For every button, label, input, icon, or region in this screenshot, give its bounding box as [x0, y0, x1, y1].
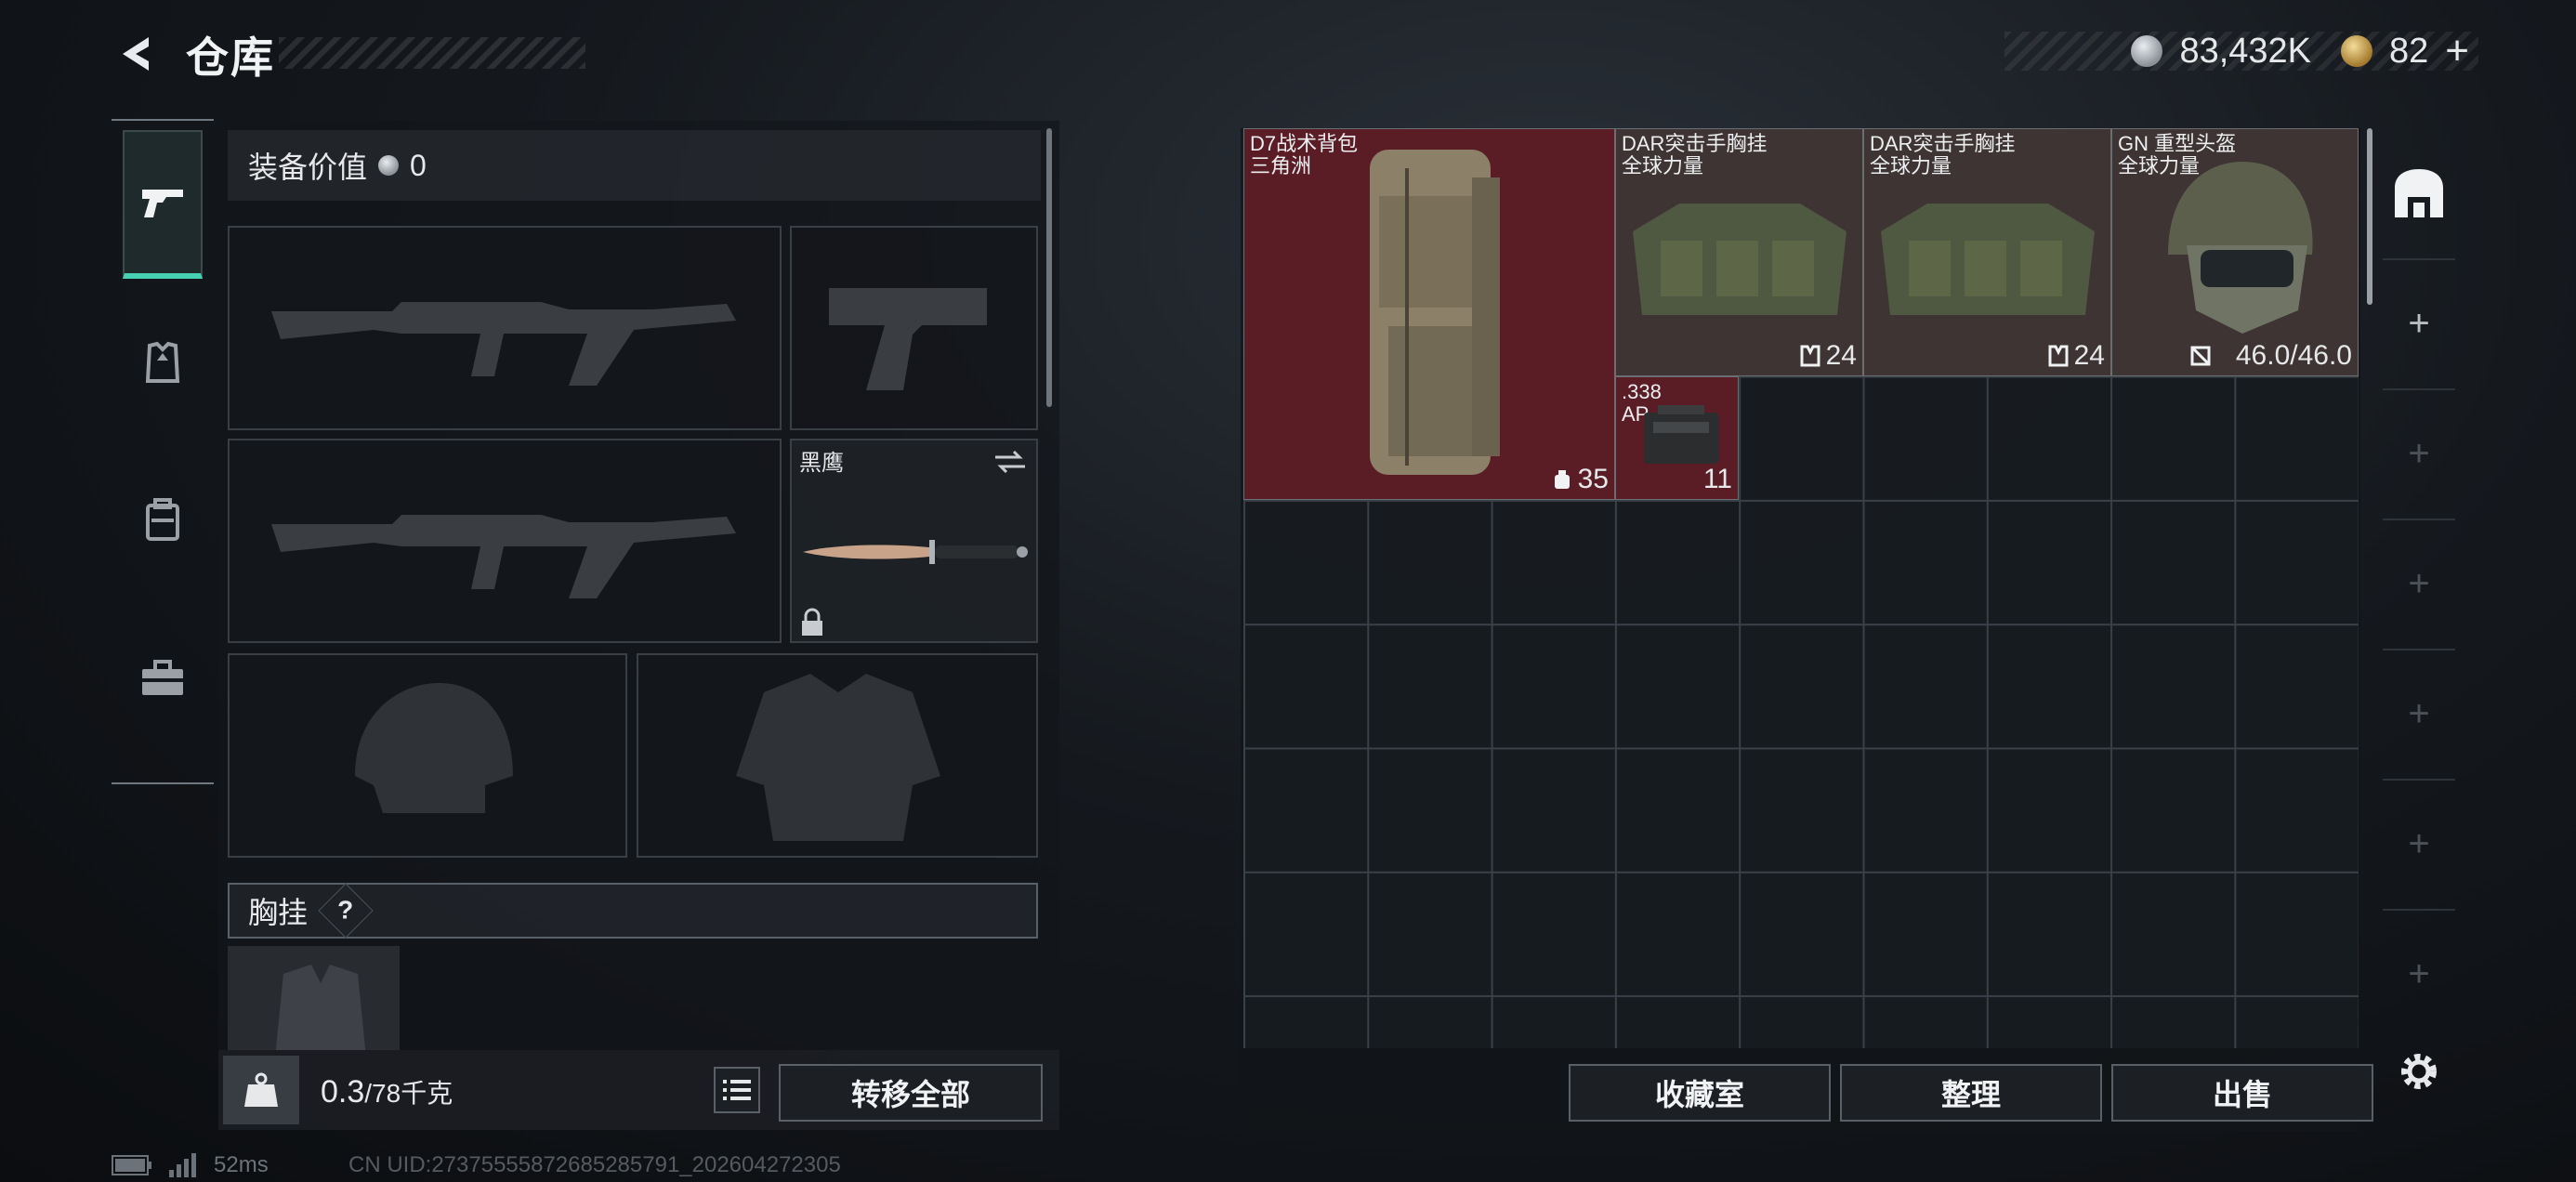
gold-coin-icon — [2341, 35, 2373, 67]
status-bar: 52ms — [112, 1152, 269, 1178]
add-stash-page-button[interactable]: + — [2383, 388, 2455, 520]
capacity-icon — [1554, 470, 1570, 489]
stash-item-chest-rig[interactable]: DAR突击手胸挂 全球力量 24 — [1863, 128, 2111, 376]
warehouse-icon — [2395, 169, 2443, 217]
stash-page-main[interactable] — [2383, 128, 2455, 260]
stash-item-helmet[interactable]: GN 重型头盔 全球力量 46.0/46.0 — [2111, 128, 2359, 376]
backpack-icon — [146, 498, 179, 541]
loadout-nav — [112, 119, 214, 784]
weight-icon — [223, 1056, 299, 1124]
item-durability: 46.0/46.0 — [2235, 340, 2352, 371]
stash-item-ammo[interactable]: .338 AP 11 — [1615, 376, 1739, 500]
add-stash-page-button[interactable]: + — [2383, 779, 2455, 911]
back-button[interactable] — [110, 28, 165, 80]
add-gold-button[interactable]: + — [2445, 28, 2469, 74]
add-stash-page-button[interactable]: + — [2383, 258, 2455, 390]
pistol-slot[interactable] — [790, 226, 1038, 430]
organize-button[interactable]: 整理 — [1840, 1064, 2102, 1122]
add-stash-page-button[interactable]: + — [2383, 909, 2455, 1039]
secondary-weapon-slot[interactable] — [228, 439, 782, 643]
settings-button[interactable] — [2393, 1045, 2445, 1097]
transfer-all-button[interactable]: 转移全部 — [779, 1064, 1043, 1122]
weight-unit: 千克 — [401, 1079, 453, 1108]
swap-icon[interactable] — [992, 448, 1029, 476]
helmet-silhouette-icon — [355, 683, 513, 813]
tab-backpack[interactable] — [123, 446, 203, 595]
user-uid: CN UID:27375555872685285791_202604272305 — [348, 1152, 841, 1177]
add-stash-page-button[interactable]: + — [2383, 649, 2455, 781]
collection-button[interactable]: 收藏室 — [1569, 1064, 1831, 1122]
rig-capacity-icon — [2048, 345, 2069, 367]
ammo-box-icon — [1644, 405, 1718, 464]
add-stash-page-button[interactable]: + — [2383, 519, 2455, 650]
melee-name: 黑鹰 — [799, 451, 844, 476]
equipment-value: 0 — [410, 148, 427, 182]
item-name: .338 — [1622, 380, 1662, 403]
weight-current: 0.3 — [321, 1074, 365, 1110]
loadout-scrollbar[interactable] — [1046, 128, 1052, 407]
chest-rig-slot[interactable] — [228, 946, 400, 1050]
weight-max: /78 — [364, 1079, 401, 1108]
silver-coin-icon — [378, 155, 400, 176]
item-name: DAR突击手胸挂 — [1622, 132, 1768, 155]
item-subname: 全球力量 — [1622, 154, 1704, 177]
helmet-item-icon — [2168, 162, 2313, 334]
chest-rig-item-icon — [1633, 204, 1847, 315]
lock-icon — [802, 608, 822, 636]
chest-rig-silhouette-icon — [275, 965, 366, 1050]
stash-item-chest-rig[interactable]: DAR突击手胸挂 全球力量 24 — [1615, 128, 1863, 376]
equipment-value-label: 装备价值 — [248, 151, 368, 184]
armor-silhouette-icon — [736, 674, 940, 841]
rifle-silhouette-icon — [271, 515, 736, 598]
sell-button[interactable]: 出售 — [2111, 1064, 2373, 1122]
title-decoration — [279, 37, 585, 69]
tab-armor[interactable] — [123, 288, 203, 437]
tab-toolbox[interactable] — [123, 604, 203, 753]
item-subname: 三角洲 — [1250, 154, 1312, 177]
primary-weapon-slot[interactable] — [228, 226, 782, 430]
gear-icon — [2401, 1054, 2437, 1089]
help-icon[interactable]: ? — [318, 883, 374, 939]
stash-grid[interactable]: D7战术背包 三角洲 35 DAR突击手胸挂 全球力量 24 DAR突击手胸挂 … — [1243, 128, 2359, 1048]
gold-amount: 82 — [2389, 31, 2429, 71]
currency-bar: 83,432K 82 + — [2004, 28, 2478, 73]
signal-icon — [169, 1153, 196, 1177]
stash-item-backpack[interactable]: D7战术背包 三角洲 35 — [1243, 128, 1615, 500]
melee-slot[interactable]: 黑鹰 — [790, 439, 1038, 643]
item-subname: 全球力量 — [1870, 154, 1952, 177]
silver-coin-icon — [2131, 35, 2163, 67]
pistol-silhouette-icon — [829, 288, 987, 390]
toolbox-icon — [142, 660, 183, 695]
chest-rig-header: 胸挂 ? — [228, 883, 1038, 939]
back-arrow-icon — [123, 37, 149, 71]
chest-rig-item-icon — [1881, 204, 2095, 315]
equipment-value-row: 装备价值 0 — [228, 130, 1041, 201]
item-count: 24 — [1825, 340, 1857, 371]
body-armor-slot[interactable] — [637, 653, 1038, 858]
weight-readout: 0.3/78千克 — [321, 1073, 453, 1110]
backpack-item-icon — [1370, 150, 1500, 475]
armor-vest-icon — [145, 341, 180, 383]
item-count: 24 — [2073, 340, 2105, 371]
knife-icon — [803, 540, 1028, 564]
durability-icon — [2190, 346, 2211, 366]
stash-pages-column: + + + + + + — [2379, 128, 2458, 1132]
ping: 52ms — [214, 1152, 269, 1177]
item-name: D7战术背包 — [1250, 132, 1359, 155]
item-name: DAR突击手胸挂 — [1870, 132, 2016, 155]
chest-rig-label: 胸挂 — [248, 896, 309, 929]
pistol-icon — [142, 190, 183, 217]
helmet-slot[interactable] — [228, 653, 627, 858]
battery-icon — [112, 1155, 151, 1175]
stash-scrollbar[interactable] — [2367, 128, 2372, 305]
rig-capacity-icon — [1800, 345, 1820, 367]
page-title: 仓库 — [186, 33, 275, 82]
item-count: 11 — [1702, 464, 1732, 494]
list-icon — [723, 1080, 751, 1100]
item-count: 35 — [1577, 464, 1609, 494]
silver-amount: 83,432K — [2179, 31, 2312, 71]
tab-weapons[interactable] — [123, 130, 203, 279]
rifle-silhouette-icon — [271, 302, 736, 386]
list-view-button[interactable] — [714, 1067, 760, 1113]
